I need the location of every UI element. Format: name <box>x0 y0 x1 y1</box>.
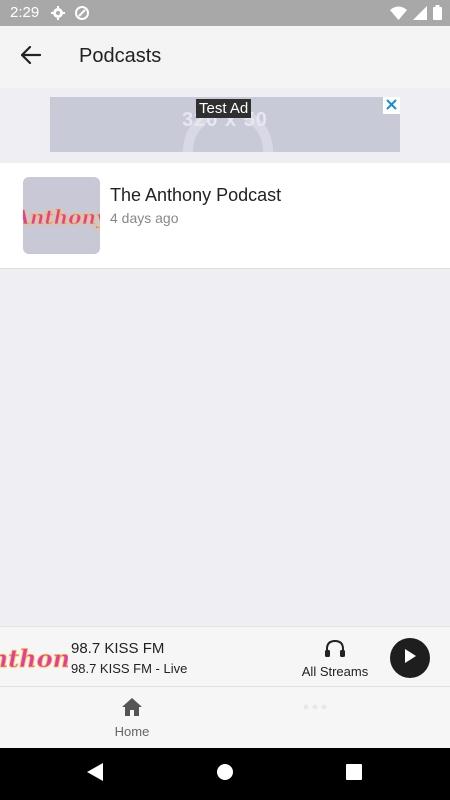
bottom-nav: Home <box>0 686 450 748</box>
podcast-date: 4 days ago <box>110 210 179 226</box>
sync-icon <box>74 5 90 26</box>
wifi-icon <box>390 6 407 25</box>
system-nav-bar <box>0 748 450 800</box>
system-home-button[interactable] <box>213 762 237 786</box>
station-logo: Anthony <box>0 637 68 679</box>
all-streams-label: All Streams <box>301 664 369 679</box>
signal-icon <box>413 5 427 25</box>
nav-home-label: Home <box>114 724 150 739</box>
nav-home[interactable]: Home <box>102 697 162 739</box>
station-logo-text: Anthony <box>0 644 68 673</box>
anthony-logo: Anthony <box>23 204 100 229</box>
list-item[interactable]: Anthony The Anthony Podcast 4 days ago <box>0 163 450 268</box>
station-subtitle: 98.7 KISS FM - Live <box>71 661 188 676</box>
all-streams-button[interactable]: All Streams <box>300 639 370 679</box>
close-icon <box>386 97 397 115</box>
home-icon <box>121 698 143 721</box>
battery-icon <box>433 5 442 25</box>
square-recents-icon <box>346 763 362 785</box>
station-name: 98.7 KISS FM <box>71 640 165 657</box>
system-recents-button[interactable] <box>342 762 366 786</box>
status-bar: 2:29 <box>0 0 450 26</box>
more-icon <box>303 697 327 714</box>
ad-label: Test Ad <box>196 99 252 118</box>
app-bar: Podcasts <box>0 26 450 88</box>
status-time: 2:29 <box>10 4 40 21</box>
podcast-list: Anthony The Anthony Podcast 4 days ago <box>0 163 450 269</box>
nav-more[interactable] <box>285 697 345 715</box>
ad-banner[interactable]: 320 x 50 Test Ad <box>50 97 400 152</box>
play-icon <box>403 648 417 669</box>
settings-icon <box>50 5 66 26</box>
triangle-back-icon <box>86 762 104 787</box>
page-title: Podcasts <box>79 45 162 67</box>
circle-home-icon <box>216 763 234 786</box>
headphones-icon <box>324 639 346 662</box>
arrow-back-icon <box>20 45 42 69</box>
ad-close-button[interactable] <box>383 97 400 114</box>
back-button[interactable] <box>14 40 48 74</box>
podcast-title: The Anthony Podcast <box>110 185 282 205</box>
podcast-thumbnail: Anthony <box>23 177 100 254</box>
system-back-button[interactable] <box>83 762 107 786</box>
anthony-logo-text: Anthony <box>23 205 100 229</box>
play-button[interactable] <box>390 638 430 678</box>
mini-player[interactable]: Anthony 98.7 KISS FM 98.7 KISS FM - Live… <box>0 626 450 686</box>
